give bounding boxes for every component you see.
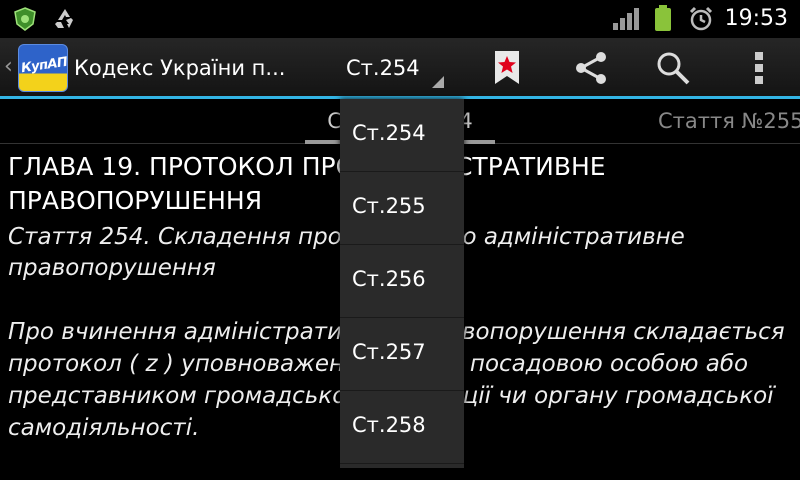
app-logo[interactable]: КупАП bbox=[18, 44, 68, 92]
spinner-value: Ст.254 bbox=[346, 56, 420, 80]
dropdown-item-label: Ст.254 bbox=[352, 121, 426, 145]
article-spinner[interactable]: Ст.254 bbox=[340, 42, 450, 94]
search-icon bbox=[657, 52, 690, 85]
dropdown-item-label: Ст.256 bbox=[352, 267, 426, 291]
alarm-icon bbox=[689, 6, 713, 31]
up-caret-icon[interactable]: ‹ bbox=[4, 54, 13, 79]
article-dropdown: Ст.254 Ст.255 Ст.256 Ст.257 Ст.258 bbox=[340, 99, 464, 468]
search-button[interactable] bbox=[648, 44, 698, 92]
tab-next-article[interactable]: Стаття №255 bbox=[658, 109, 800, 133]
status-clock: 19:53 bbox=[724, 6, 788, 31]
battery-icon bbox=[655, 5, 671, 31]
overflow-menu-icon bbox=[755, 52, 763, 84]
bookmark-icon bbox=[495, 51, 519, 84]
share-icon bbox=[576, 52, 606, 84]
signal-icon bbox=[613, 8, 639, 30]
shield-notification-icon bbox=[14, 7, 36, 31]
bookmark-button[interactable] bbox=[482, 44, 532, 92]
app-title[interactable]: Кодекс України п... bbox=[74, 56, 285, 80]
dropdown-item-label: Ст.257 bbox=[352, 340, 426, 364]
dropdown-item[interactable]: Ст.254 bbox=[340, 99, 464, 172]
overflow-menu-button[interactable] bbox=[734, 44, 784, 92]
spinner-arrow-icon bbox=[432, 76, 444, 88]
dropdown-item[interactable]: Ст.257 bbox=[340, 318, 464, 391]
dropdown-item-label: Ст.258 bbox=[352, 413, 426, 437]
status-bar: 19:53 bbox=[0, 0, 800, 38]
dropdown-item-label: Ст.255 bbox=[352, 194, 426, 218]
dropdown-item[interactable]: Ст.258 bbox=[340, 391, 464, 464]
app-logo-text: КупАП bbox=[20, 54, 68, 77]
recycle-icon bbox=[55, 9, 73, 28]
share-button[interactable] bbox=[566, 44, 616, 92]
dropdown-item[interactable]: Ст.256 bbox=[340, 245, 464, 318]
dropdown-item[interactable]: Ст.255 bbox=[340, 172, 464, 245]
